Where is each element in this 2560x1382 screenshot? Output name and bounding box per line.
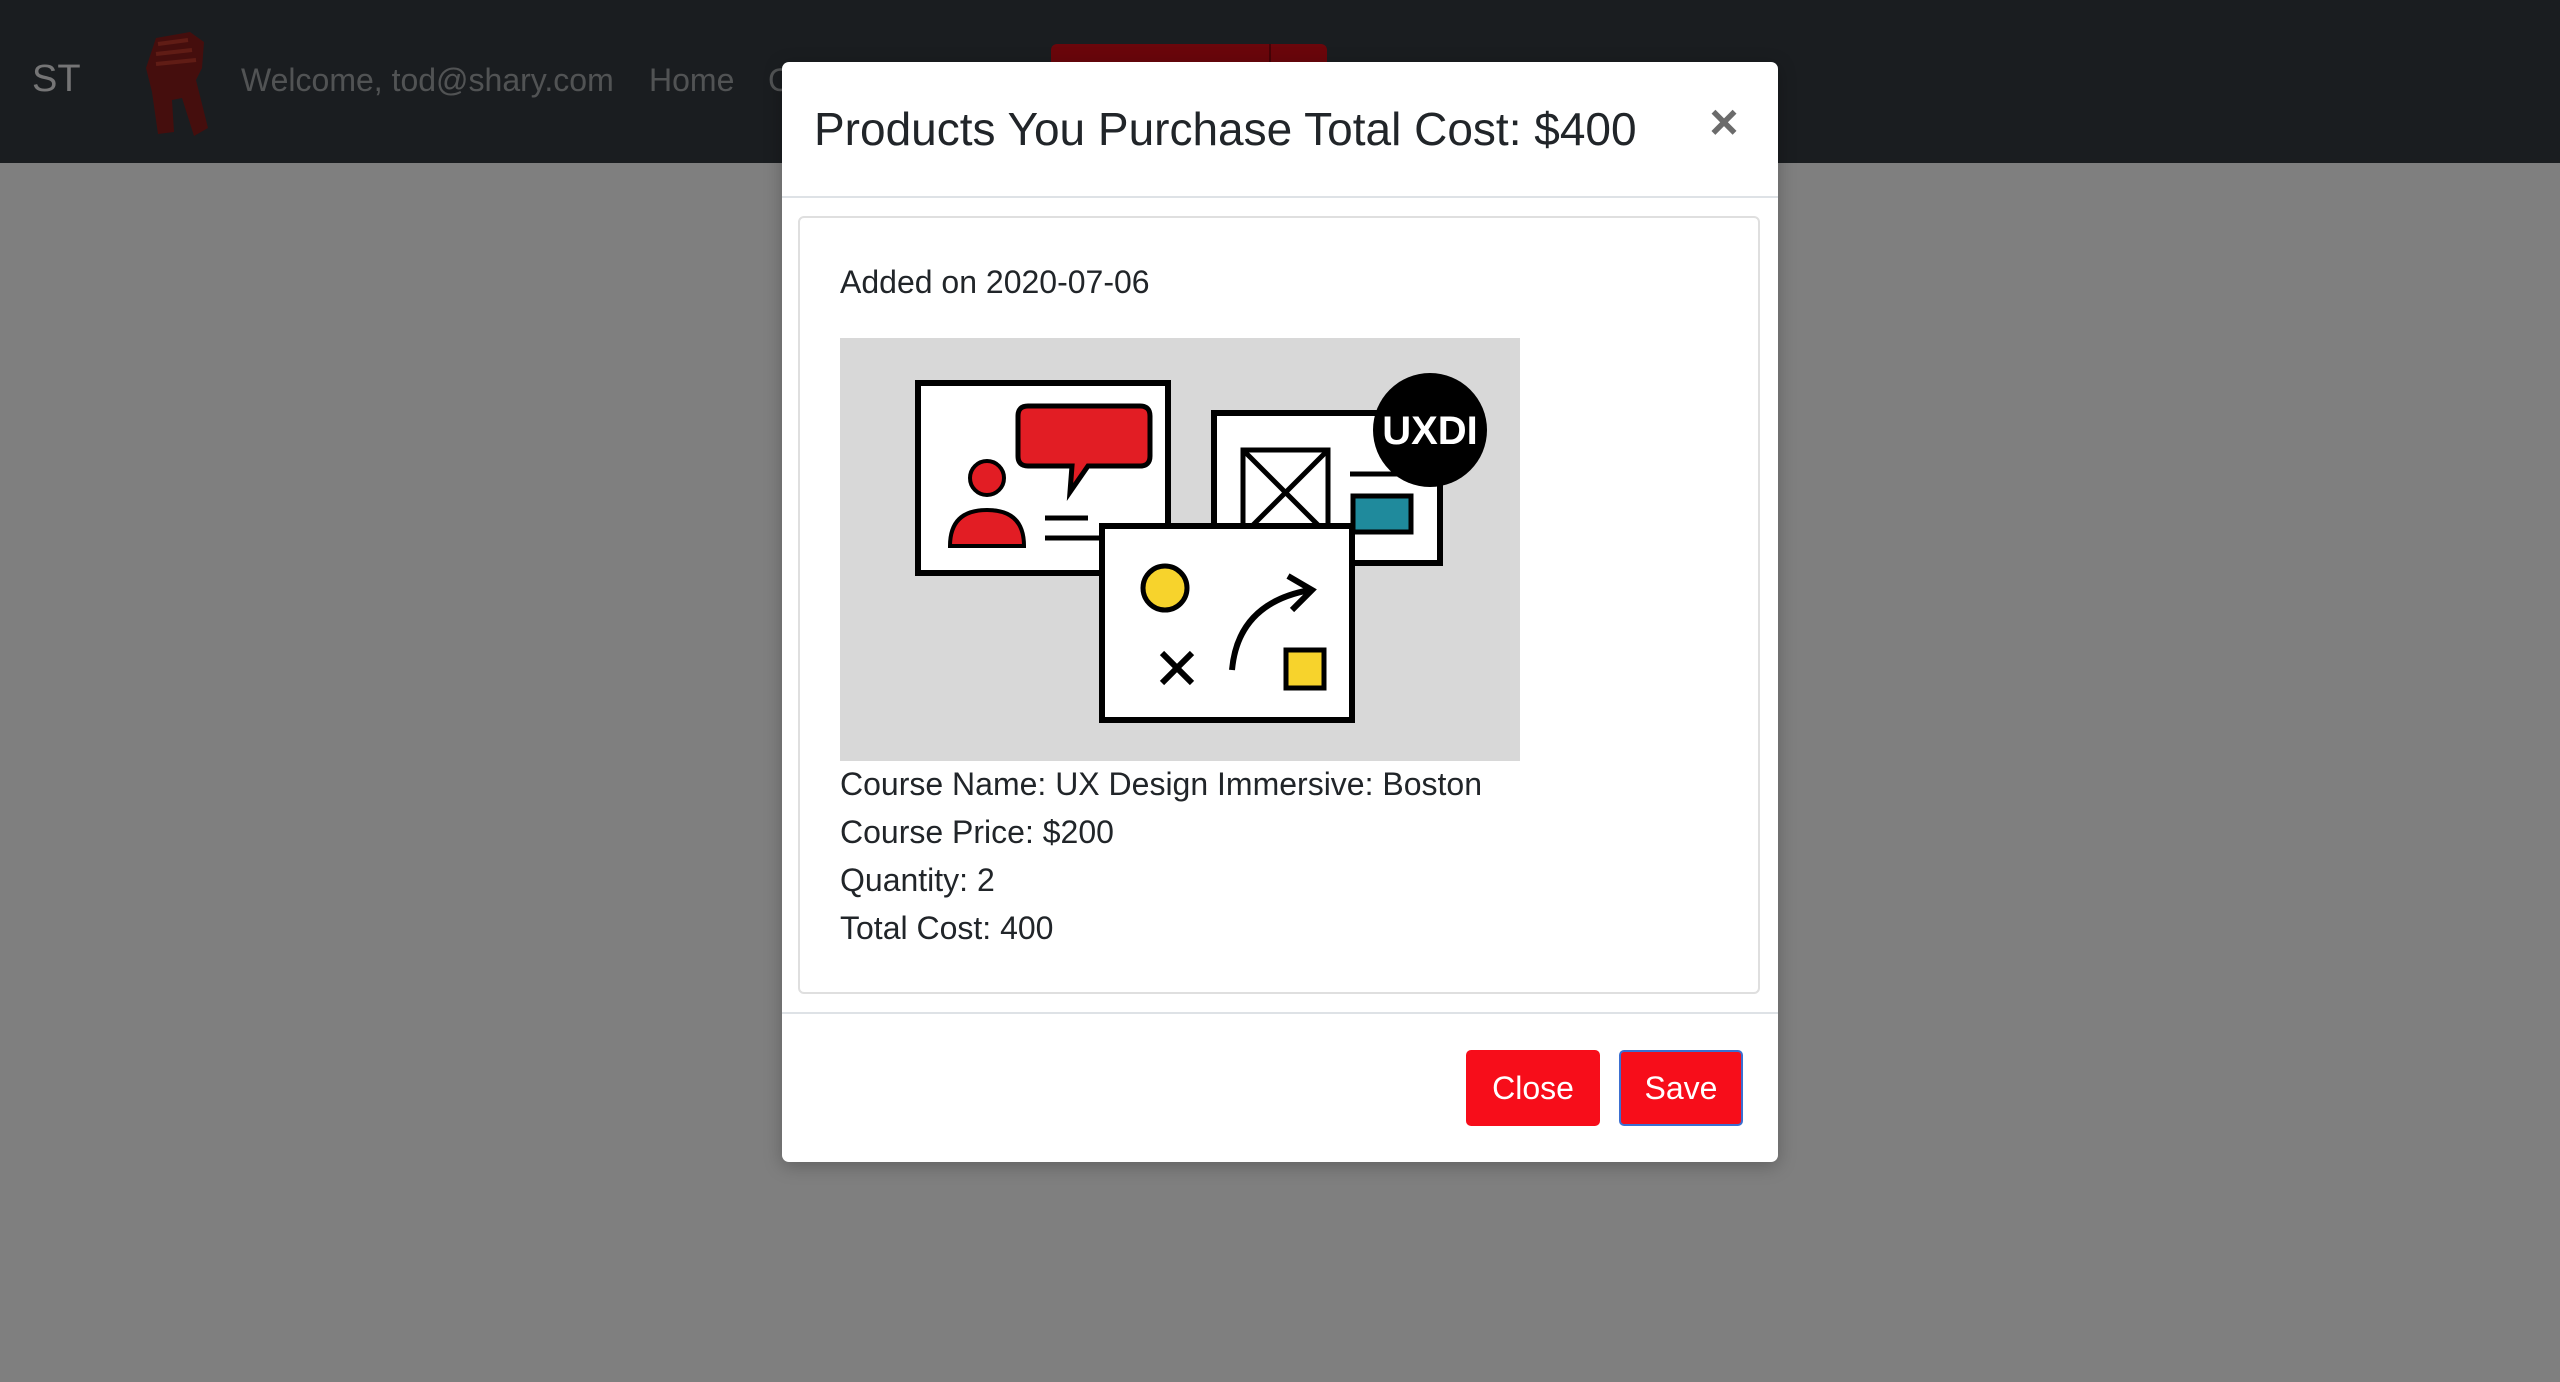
- total-cost: Total Cost: 400: [840, 910, 1054, 946]
- course-image: UXDI: [840, 338, 1520, 761]
- quantity: Quantity: 2: [840, 862, 995, 898]
- close-icon[interactable]: ×: [1700, 94, 1748, 150]
- modal-footer: Close Save: [782, 1012, 1778, 1162]
- added-date: Added on 2020-07-06: [840, 264, 1150, 300]
- modal-header: Products You Purchase Total Cost: $400 ×: [782, 62, 1778, 198]
- course-price: Course Price: $200: [840, 814, 1114, 850]
- close-button[interactable]: Close: [1466, 1050, 1600, 1126]
- modal-title: Products You Purchase Total Cost: $400: [814, 103, 1637, 155]
- purchase-modal: Products You Purchase Total Cost: $400 ×…: [782, 62, 1778, 1162]
- purchase-card: Added on 2020-07-06 UXDI Course Name: UX…: [798, 216, 1760, 994]
- course-name: Course Name: UX Design Immersive: Boston: [840, 766, 1482, 802]
- save-button[interactable]: Save: [1619, 1050, 1743, 1126]
- uxdi-badge-text: UXDI: [1382, 409, 1478, 453]
